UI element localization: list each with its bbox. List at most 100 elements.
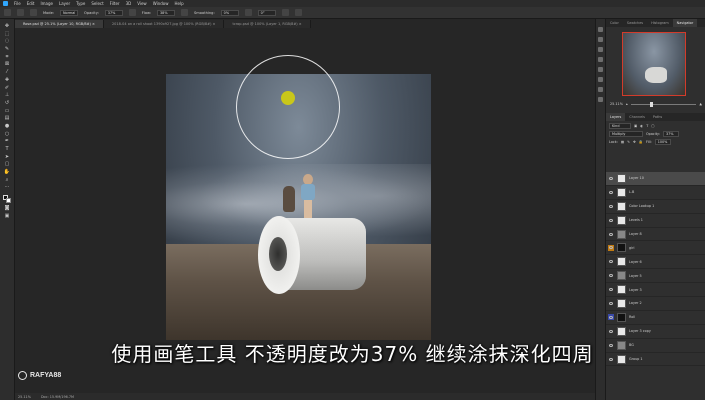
blur-tool-icon[interactable]: ●	[4, 123, 11, 129]
character-panel-icon[interactable]	[598, 67, 603, 72]
layer-name[interactable]: Color Lookup 1	[629, 204, 654, 208]
brush-tool-icon[interactable]: ✐	[4, 85, 11, 91]
brush-angle-field[interactable]: 0°	[257, 9, 276, 16]
menu-layer[interactable]: Layer	[59, 1, 70, 6]
mode-select[interactable]: Normal	[60, 9, 79, 16]
blend-mode-select[interactable]: Multiply	[609, 131, 643, 137]
status-zoom[interactable]: 25.11%	[18, 395, 31, 399]
tab-tcrop-psd[interactable]: tcrop.psd @ 100% (Layer 1, RGB/8#) ×	[224, 20, 311, 28]
history-brush-tool-icon[interactable]: ↺	[4, 100, 11, 106]
menu-type[interactable]: Type	[76, 1, 85, 6]
quick-select-tool-icon[interactable]: ✎	[4, 46, 11, 52]
layer-row[interactable]: Levels 1	[606, 214, 705, 228]
eyedropper-tool-icon[interactable]: ⁄	[4, 69, 11, 75]
path-selection-tool-icon[interactable]: ➤	[4, 154, 11, 160]
tab-histogram[interactable]: Histogram	[647, 19, 673, 27]
airbrush-icon[interactable]	[181, 9, 189, 16]
layer-opacity-field[interactable]: 37%	[662, 131, 679, 137]
home-icon[interactable]	[4, 9, 11, 16]
layer-name[interactable]: Levels 1	[629, 218, 643, 222]
healing-brush-tool-icon[interactable]: ✚	[4, 77, 11, 83]
symmetry-icon[interactable]	[294, 9, 302, 16]
menu-select[interactable]: Select	[91, 1, 103, 6]
pressure-size-icon[interactable]	[281, 9, 289, 16]
layer-name[interactable]: Layer 8	[629, 232, 642, 236]
background-color-swatch[interactable]	[6, 198, 11, 204]
menu-view[interactable]: View	[137, 1, 147, 6]
navigator-zoom-knob[interactable]	[650, 101, 654, 107]
layer-thumbnail[interactable]	[617, 243, 626, 253]
screen-mode-icon[interactable]: ▣	[4, 213, 11, 219]
rectangle-tool-icon[interactable]: ▢	[4, 161, 11, 167]
layer-thumbnail[interactable]	[617, 201, 626, 211]
clone-stamp-tool-icon[interactable]: ⊥	[4, 92, 11, 98]
menu-help[interactable]: Help	[174, 1, 183, 6]
smoothing-field[interactable]: 0%	[220, 9, 239, 16]
layer-visibility-toggle[interactable]	[608, 189, 614, 195]
brush-settings-panel-icon[interactable]	[598, 57, 603, 62]
layer-thumbnail[interactable]	[617, 340, 626, 350]
layer-row[interactable]: Layer 6	[606, 255, 705, 270]
menu-file[interactable]: File	[14, 1, 21, 6]
layer-row[interactable]: L.B	[606, 186, 705, 200]
layer-visibility-toggle[interactable]	[608, 231, 614, 237]
frame-tool-icon[interactable]: ⊠	[4, 61, 11, 67]
layer-thumbnail[interactable]	[617, 187, 626, 197]
layer-row[interactable]: Layer 8	[606, 228, 705, 242]
layer-row[interactable]: Group 1	[606, 353, 705, 367]
layer-thumbnail[interactable]	[617, 312, 626, 322]
quick-mask-icon[interactable]: ◙	[4, 205, 11, 211]
layer-name[interactable]: Layer 2	[629, 301, 642, 305]
layer-visibility-toggle[interactable]	[608, 314, 614, 321]
layer-row[interactable]: Layer 2	[606, 297, 705, 311]
lock-position-icon[interactable]: ✥	[633, 140, 636, 144]
navigator-zoom-value[interactable]: 25.11%	[610, 102, 623, 106]
layer-row[interactable]: BG	[606, 339, 705, 353]
glyphs-panel-icon[interactable]	[598, 97, 603, 102]
layer-visibility-toggle[interactable]	[608, 217, 614, 223]
tab-channels[interactable]: Channels	[625, 113, 649, 121]
layer-thumbnail[interactable]	[617, 173, 626, 183]
layer-visibility-toggle[interactable]	[608, 287, 614, 293]
layer-name[interactable]: BG	[629, 343, 634, 347]
tab-color[interactable]: Color	[606, 19, 623, 27]
layer-row[interactable]: Layer 5	[606, 269, 705, 284]
tab-rose-psd[interactable]: Rose.psd @ 25.1% (Layer 10, RGB/8#) ×	[15, 20, 104, 28]
layer-thumbnail[interactable]	[617, 326, 626, 336]
layer-row[interactable]: Roll	[606, 311, 705, 325]
navigator-preview[interactable]	[622, 32, 686, 96]
layer-thumbnail[interactable]	[617, 271, 626, 281]
tab-layers[interactable]: Layers	[606, 113, 626, 121]
layer-visibility-toggle[interactable]	[608, 175, 614, 181]
layer-row[interactable]: Layer 3 copy	[606, 325, 705, 339]
tab-navigator[interactable]: Navigator	[672, 19, 698, 27]
filter-shape-icon[interactable]: ▢	[651, 124, 654, 128]
properties-panel-icon[interactable]	[598, 37, 603, 42]
marquee-tool-icon[interactable]: ⬚	[4, 31, 11, 37]
lock-pixels-icon[interactable]: ✎	[627, 140, 630, 144]
navigator-zoom-slider[interactable]	[630, 101, 697, 107]
menu-filter[interactable]: Filter	[110, 1, 120, 6]
layer-row[interactable]: Color Lookup 1	[606, 200, 705, 214]
tab-swatches[interactable]: Swatches	[623, 19, 647, 27]
libraries-panel-icon[interactable]	[598, 87, 603, 92]
layer-name[interactable]: Roll	[629, 315, 635, 319]
layer-visibility-toggle[interactable]	[608, 259, 614, 265]
dodge-tool-icon[interactable]: ○	[4, 131, 11, 137]
layer-visibility-toggle[interactable]	[608, 328, 614, 334]
crop-tool-icon[interactable]: ⌗	[4, 54, 11, 60]
layer-row[interactable]: girl	[606, 241, 705, 256]
layer-kind-filter[interactable]: Kind	[609, 123, 631, 129]
move-tool-icon[interactable]: ✥	[4, 23, 11, 29]
history-panel-icon[interactable]	[598, 27, 603, 32]
layer-thumbnail[interactable]	[617, 285, 626, 295]
layer-row[interactable]: Layer 3	[606, 283, 705, 298]
brush-size-picker-icon[interactable]	[30, 9, 37, 16]
layer-visibility-toggle[interactable]	[608, 203, 614, 209]
lock-transparency-icon[interactable]: ▦	[621, 140, 624, 144]
opacity-field[interactable]: 37%	[104, 9, 123, 16]
lasso-tool-icon[interactable]: ◌	[4, 38, 11, 44]
paragraph-panel-icon[interactable]	[598, 77, 603, 82]
layer-name[interactable]: Layer 6	[629, 260, 642, 264]
layer-name[interactable]: Layer 10	[629, 176, 644, 180]
